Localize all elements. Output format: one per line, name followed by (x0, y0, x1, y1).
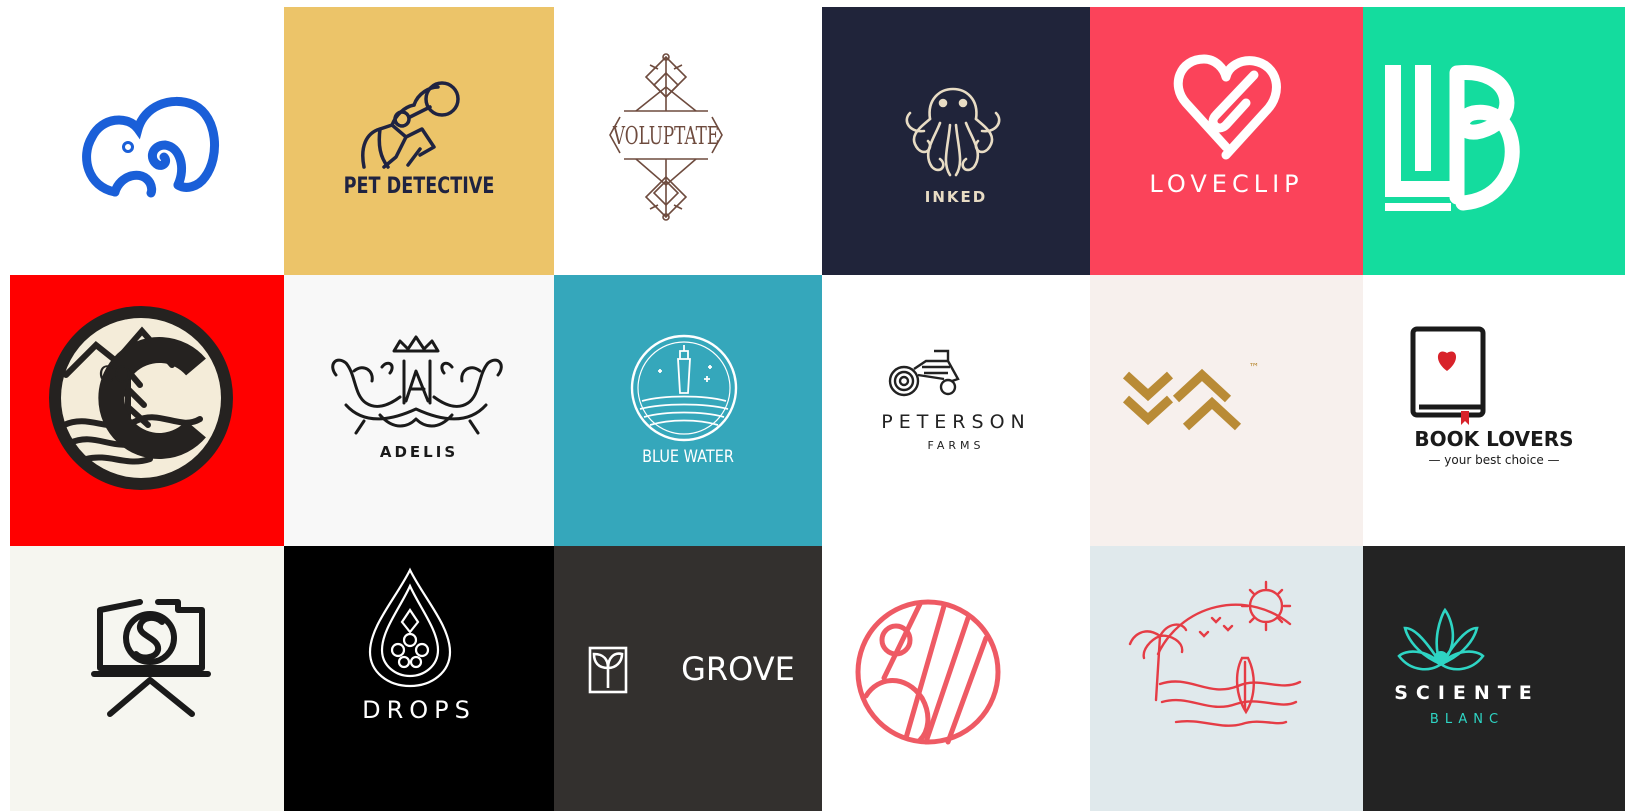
circle-lines-icon (855, 599, 1001, 745)
lotus-icon (1397, 607, 1485, 671)
book-heart-icon (1410, 326, 1486, 425)
tile-elephant (10, 7, 284, 275)
tile-pet-detective: PET DETECTIVE (284, 7, 554, 275)
logo-text-va-tm: ™ (1248, 361, 1260, 374)
tile-grove: GROVE (554, 546, 822, 811)
logo-text-sciente: SCIENTE (1394, 682, 1540, 704)
logo-text-grove: GROVE (681, 650, 795, 688)
logo-subtext-peterson: FARMS (927, 439, 985, 452)
octopus-icon (905, 87, 1001, 177)
lighthouse-icon (630, 334, 738, 442)
tile-blue-water: BLUE WATER (554, 275, 822, 546)
camera-tripod-icon (91, 599, 211, 717)
lb-monogram-icon (1385, 65, 1520, 211)
logo-text-blue-water: BLUE WATER (642, 447, 734, 467)
logo-text-book-lovers: BOOK LOVERS (1414, 427, 1574, 451)
heart-paperclip-icon (1173, 54, 1281, 160)
tile-sun-circle (822, 546, 1090, 811)
logo-text-loveclip: LOVECLIP (1149, 170, 1304, 198)
birds-crest-icon (331, 335, 503, 435)
mountain-tree-badge-icon (49, 306, 233, 490)
logo-text-peterson: PETERSON (881, 411, 1031, 433)
logo-text-co: CO (98, 363, 132, 388)
tile-va: ™ (1090, 275, 1363, 546)
drop-icon (368, 567, 452, 688)
logo-text-pet-detective: PET DETECTIVE (343, 174, 495, 199)
tile-sciente: SCIENTE BLANC (1363, 546, 1625, 811)
tile-drops: DROPS (284, 546, 554, 811)
logo-text-inked: INKED (924, 188, 988, 206)
logo-subtext-sciente: BLANC (1429, 712, 1505, 727)
tile-peterson: PETERSON FARMS (822, 275, 1090, 546)
logo-text-adelis: ADELIS (379, 443, 459, 461)
tile-loveclip: LOVECLIP (1090, 7, 1363, 275)
logo-text-drops: DROPS (362, 696, 476, 724)
tile-camera (10, 546, 284, 811)
elephant-icon (82, 96, 220, 198)
tile-book-lovers: BOOK LOVERS — your best choice — (1363, 275, 1625, 546)
tile-beach (1090, 546, 1363, 811)
beach-palm-icon (1128, 580, 1302, 727)
tile-inked: INKED (822, 7, 1090, 275)
tile-adelis: ADELIS (284, 275, 554, 546)
tile-colorado: CO (10, 275, 284, 546)
tile-voluptate: VOLUPTATE (554, 7, 822, 275)
tile-lb (1363, 7, 1625, 275)
va-chevrons-icon (1122, 368, 1242, 431)
dog-detective-icon (361, 81, 460, 169)
logo-subtext-book-lovers: — your best choice — (1428, 453, 1560, 467)
logo-text-voluptate: VOLUPTATE (612, 122, 720, 150)
